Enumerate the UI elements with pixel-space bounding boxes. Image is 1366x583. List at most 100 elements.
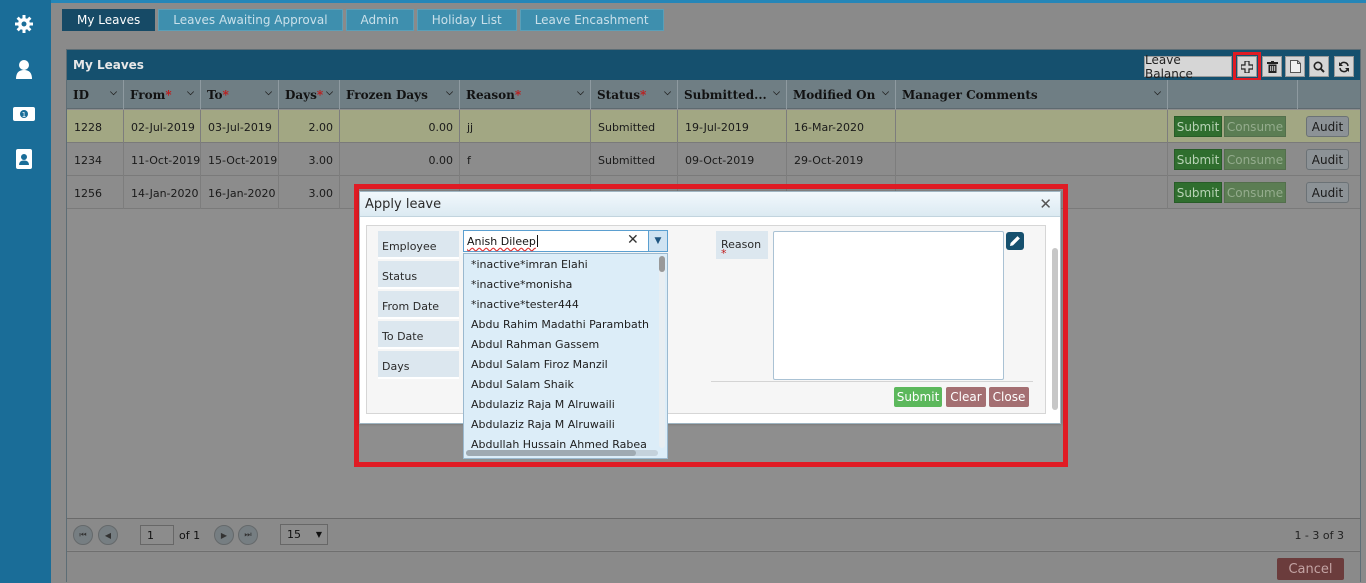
employee-dropdown-list: *inactive*imran Elahi *inactive*monisha … xyxy=(463,253,668,459)
cell-from: 11-Oct-2019 xyxy=(124,143,201,176)
list-item[interactable]: Abdul Rahman Gassem xyxy=(464,334,667,354)
panel-header: My Leaves Leave Balance xyxy=(67,50,1360,81)
cell-status: Submitted xyxy=(591,143,678,176)
dialog-scrollbar[interactable] xyxy=(1052,248,1058,410)
prev-page-icon[interactable]: ◀ xyxy=(98,525,118,545)
cell-to: 15-Oct-2019 xyxy=(201,143,279,176)
days-label: Days xyxy=(378,351,459,379)
tab-my-leaves[interactable]: My Leaves xyxy=(62,9,156,31)
row-audit-button[interactable]: Audit xyxy=(1306,116,1349,137)
col-days[interactable]: Days* ⌵ xyxy=(279,80,340,109)
cell-days: 3.00 xyxy=(279,176,340,209)
tab-leave-encashment[interactable]: Leave Encashment xyxy=(519,9,664,31)
table-row[interactable]: 1234 11-Oct-2019 15-Oct-2019 3.00 0.00 f… xyxy=(67,143,1360,176)
reason-label: Reason * xyxy=(716,231,768,259)
contacts-icon[interactable] xyxy=(12,147,36,171)
dialog-clear-button[interactable]: Clear xyxy=(946,387,986,407)
cell-frozen-days: 0.00 xyxy=(340,110,460,143)
col-frozen-days[interactable]: Frozen Days ⌵ xyxy=(340,80,460,109)
list-item[interactable]: Abdulaziz Raja M Alruwaili xyxy=(464,394,667,414)
search-icon[interactable] xyxy=(1309,56,1329,77)
row-consume-button[interactable]: Consume xyxy=(1224,182,1286,203)
row-consume-button[interactable]: Consume xyxy=(1224,149,1286,170)
list-item[interactable]: Abdul Salam Firoz Manzil xyxy=(464,354,667,374)
chevron-down-icon[interactable]: ▼ xyxy=(648,231,667,251)
list-item[interactable]: *inactive*tester444 xyxy=(464,294,667,314)
col-submitted[interactable]: Submitted... ⌵ xyxy=(678,80,787,109)
cell-to: 16-Jan-2020 xyxy=(201,176,279,209)
add-icon[interactable] xyxy=(1233,52,1261,81)
col-to[interactable]: To* ⌵ xyxy=(201,80,279,109)
cancel-button[interactable]: Cancel xyxy=(1277,558,1344,580)
list-vertical-scrollbar[interactable] xyxy=(659,256,665,448)
edit-icon[interactable] xyxy=(1006,232,1024,250)
cell-days: 3.00 xyxy=(279,143,340,176)
refresh-icon[interactable] xyxy=(1334,56,1354,77)
col-from[interactable]: From* ⌵ xyxy=(124,80,201,109)
reason-textarea[interactable] xyxy=(773,231,1004,380)
cell-id: 1234 xyxy=(67,143,124,176)
col-manager-comments[interactable]: Manager Comments ⌵ xyxy=(896,80,1168,109)
first-page-icon[interactable]: ⏮ xyxy=(73,525,93,545)
pager: ⏮ ◀ 1 of 1 ▶ ⏭ 15 ▼ 1 - 3 of 3 xyxy=(67,518,1360,550)
employee-input[interactable]: Anish Dileep xyxy=(467,235,538,248)
list-item[interactable]: Abdu Rahim Madathi Parambath xyxy=(464,314,667,334)
col-id[interactable]: ID ⌵ xyxy=(67,80,124,109)
status-label: Status xyxy=(378,261,459,289)
col-modified-on[interactable]: Modified On ⌵ xyxy=(787,80,896,109)
dialog-header: Apply leave ✕ xyxy=(360,192,1060,217)
row-audit-button[interactable]: Audit xyxy=(1306,182,1349,203)
cell-from: 14-Jan-2020 xyxy=(124,176,201,209)
list-item[interactable]: Abdul Salam Shaik xyxy=(464,374,667,394)
dialog-title: Apply leave xyxy=(365,197,442,212)
leave-balance-button[interactable]: Leave Balance xyxy=(1144,53,1232,81)
employee-combobox[interactable]: Anish Dileep ✕ ▼ xyxy=(463,230,668,252)
dialog-submit-button[interactable]: Submit xyxy=(894,387,942,407)
svg-text:1: 1 xyxy=(22,111,26,119)
page-count-label: of 1 xyxy=(179,529,201,542)
row-submit-button[interactable]: Submit xyxy=(1174,149,1222,170)
user-icon[interactable] xyxy=(12,57,36,81)
col-status[interactable]: Status* ⌵ xyxy=(591,80,678,109)
row-submit-button[interactable]: Submit xyxy=(1174,116,1222,137)
row-audit-button[interactable]: Audit xyxy=(1306,149,1349,170)
delete-icon[interactable] xyxy=(1262,56,1282,77)
record-count: 1 - 3 of 3 xyxy=(1294,529,1344,542)
tab-leaves-awaiting-approval[interactable]: Leaves Awaiting Approval xyxy=(158,9,343,31)
divider xyxy=(711,381,1033,382)
close-icon[interactable]: ✕ xyxy=(1039,195,1052,213)
chevron-down-icon: ▼ xyxy=(315,530,322,539)
cell-status: Submitted xyxy=(591,110,678,143)
panel-footer: Cancel xyxy=(67,551,1360,583)
row-submit-button[interactable]: Submit xyxy=(1174,182,1222,203)
tab-admin[interactable]: Admin xyxy=(345,9,414,31)
dialog-close-button[interactable]: Close xyxy=(989,387,1029,407)
next-page-icon[interactable]: ▶ xyxy=(214,525,234,545)
top-accent-bar xyxy=(51,0,1366,3)
list-item[interactable]: Abdulaziz Raja M Alruwaili xyxy=(464,414,667,434)
required-marker: * xyxy=(721,247,727,260)
col-actions xyxy=(1168,80,1298,109)
row-consume-button[interactable]: Consume xyxy=(1224,116,1286,137)
last-page-icon[interactable]: ⏭ xyxy=(238,525,258,545)
page-number-input[interactable]: 1 xyxy=(140,525,174,545)
settings-icon[interactable] xyxy=(12,12,36,36)
from-date-label: From Date xyxy=(378,291,459,319)
table-row[interactable]: 1228 02-Jul-2019 03-Jul-2019 2.00 0.00 j… xyxy=(67,110,1360,143)
list-item[interactable]: *inactive*imran Elahi xyxy=(464,254,667,274)
list-horizontal-scrollbar[interactable] xyxy=(466,450,658,456)
tab-holiday-list[interactable]: Holiday List xyxy=(416,9,517,31)
grid-header: ID ⌵ From* ⌵ To* ⌵ Days* ⌵ Frozen Days ⌵ Reas… xyxy=(67,80,1360,109)
cell-modified: 16-Mar-2020 xyxy=(787,110,896,143)
page-size-select[interactable]: 15 ▼ xyxy=(280,524,328,545)
cell-reason: jj xyxy=(460,110,591,143)
cell-reason: f xyxy=(460,143,591,176)
cell-manager-comments xyxy=(896,143,1168,176)
money-icon[interactable]: 1 xyxy=(12,102,36,126)
list-item[interactable]: *inactive*monisha xyxy=(464,274,667,294)
col-reason[interactable]: Reason* ⌵ xyxy=(460,80,591,109)
cell-id: 1228 xyxy=(67,110,124,143)
tab-bar: My Leaves Leaves Awaiting Approval Admin… xyxy=(62,9,664,31)
document-icon[interactable] xyxy=(1285,56,1305,77)
clear-icon[interactable]: ✕ xyxy=(627,232,639,248)
